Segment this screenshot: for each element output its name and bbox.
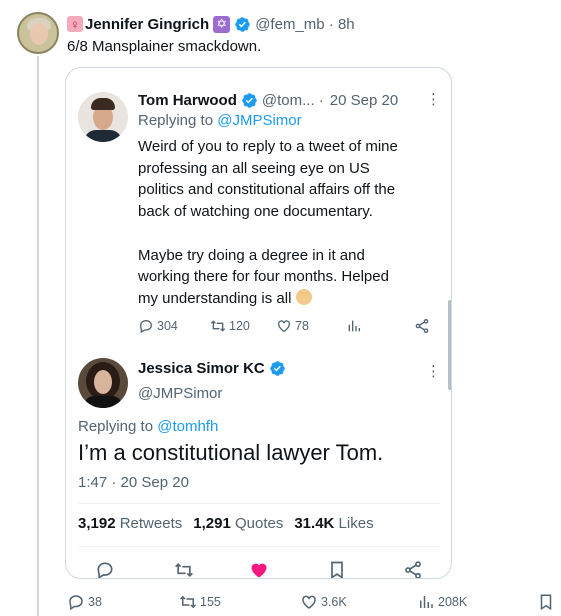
retweets-label: Retweets <box>119 515 183 532</box>
retweet-button[interactable]: 155 <box>179 593 221 611</box>
like-button[interactable]: 3.6K <box>300 593 347 611</box>
quotes-stat: 1,291 Quotes <box>193 515 283 532</box>
likes-count: 31.4K <box>294 515 335 532</box>
author-name[interactable]: Jennifer Gingrich <box>85 16 209 33</box>
replying-to-label: Replying to <box>78 418 154 435</box>
reply-stats: 3,192 Retweets 1,291 Quotes 31.4K Likes <box>78 515 374 532</box>
replying-to-line: Replying to @tomhfh <box>78 418 218 435</box>
more-options-icon: ⋮ <box>426 91 441 108</box>
reply-count: 304 <box>138 318 178 334</box>
share <box>414 318 433 334</box>
views-chart-icon <box>348 320 360 332</box>
more-options-icon: ⋮ <box>426 363 441 380</box>
reply-author-name-row: Jessica Simor KC <box>138 360 286 377</box>
author-handle[interactable]: @fem_mb <box>255 16 324 33</box>
quoted-author-handle: @tom... <box>261 91 315 109</box>
replying-to-handle: @JMPSimor <box>217 112 302 129</box>
thread-line <box>37 56 39 616</box>
heart-icon <box>302 595 316 609</box>
tweet-time[interactable]: 8h <box>338 16 355 33</box>
quotes-count: 1,291 <box>193 515 231 532</box>
share-icon <box>405 561 421 578</box>
verified-icon <box>269 361 285 376</box>
verified-icon <box>242 92 257 108</box>
reply-icon <box>69 595 83 611</box>
retweet-count-value: 155 <box>200 595 221 609</box>
retweets-count: 3,192 <box>78 515 116 532</box>
likes-label: Likes <box>338 515 374 532</box>
retweet-icon <box>175 562 193 578</box>
star-of-david-icon: ✡ <box>213 15 231 33</box>
heart-filled-icon <box>251 563 267 578</box>
quoted-tweet-body: Weird of you to reply to a tweet of mine… <box>138 136 438 310</box>
replying-to-handle: @tomhfh <box>157 418 219 435</box>
bookmark-icon <box>331 561 343 578</box>
outer-tweet-header: ♀ Jennifer Gingrich ✡ @fem_mb · 8h <box>67 14 355 34</box>
like-count-value: 3.6K <box>321 595 347 609</box>
quoted-screenshot[interactable]: Tom Harwood @tom... · 20 Sep 20 ⋮ Replyi… <box>65 67 452 579</box>
avatar-clothes <box>84 396 122 408</box>
divider <box>78 503 440 504</box>
quotes-label: Quotes <box>234 515 284 532</box>
reply-count-value: 304 <box>157 319 178 333</box>
quoted-tweet-date: 20 Sep 20 <box>329 91 399 109</box>
verified-icon <box>235 16 250 32</box>
reply-icon <box>97 562 113 578</box>
divider <box>78 546 440 547</box>
bookmark-button[interactable] <box>537 593 558 611</box>
views-count-value: 208K <box>438 595 468 609</box>
reply-author-name: Jessica Simor KC <box>138 360 265 377</box>
shrug-emoji-icon <box>295 288 312 305</box>
like-count-value: 78 <box>295 319 309 333</box>
retweet-count-value: 120 <box>229 319 250 333</box>
like-count: 78 <box>276 318 309 334</box>
avatar-suit <box>84 130 122 142</box>
retweet-icon <box>210 320 226 332</box>
tweet-text: 6/8 Mansplainer smackdown. <box>67 38 262 55</box>
views-button[interactable]: 208K <box>417 593 467 611</box>
avatar-hair <box>91 98 115 110</box>
retweets-stat: 3,192 Retweets <box>78 515 182 532</box>
heart-icon <box>278 320 290 333</box>
avatar[interactable] <box>17 12 59 54</box>
quoted-tweet-actions: 304 120 78 <box>138 318 438 336</box>
likes-stat: 31.4K Likes <box>294 515 373 532</box>
reply-tweet-actions <box>78 560 440 578</box>
reply-count-value: 38 <box>88 595 102 609</box>
reply-tweet-text: I’m a constitutional lawyer Tom. <box>78 440 384 465</box>
replying-to-label: Replying to <box>138 112 214 129</box>
replying-to-line: Replying to @JMPSimor <box>138 112 302 129</box>
quoted-tweet-text: Weird of you to reply to a tweet of mine… <box>138 138 398 307</box>
reply-timestamp: 1:47 · 20 Sep 20 <box>78 474 189 491</box>
quoted-author-avatar <box>78 92 128 142</box>
views <box>346 318 365 334</box>
share-icon <box>415 319 429 333</box>
reply-author-avatar <box>78 358 128 408</box>
reply-author-handle: @JMPSimor <box>138 385 223 402</box>
reply-icon <box>139 319 153 334</box>
bookmark-icon <box>540 594 552 611</box>
retweet-icon <box>179 595 197 609</box>
avatar-face <box>30 23 48 45</box>
screenshot-scrollbar <box>448 300 451 390</box>
views-chart-icon <box>420 596 433 608</box>
reply-button[interactable]: 38 <box>67 593 102 611</box>
avatar-face <box>94 370 112 394</box>
separator-dot: · <box>324 15 338 33</box>
tweet-actions: 38 155 3.6K 208K <box>67 593 557 611</box>
female-sign-icon: ♀ <box>67 16 83 32</box>
quoted-author-name: Tom Harwood <box>138 91 237 109</box>
quoted-tweet-header: Tom Harwood @tom... · 20 Sep 20 <box>138 90 398 110</box>
retweet-count: 120 <box>210 318 250 334</box>
separator-dot: · <box>314 91 324 109</box>
